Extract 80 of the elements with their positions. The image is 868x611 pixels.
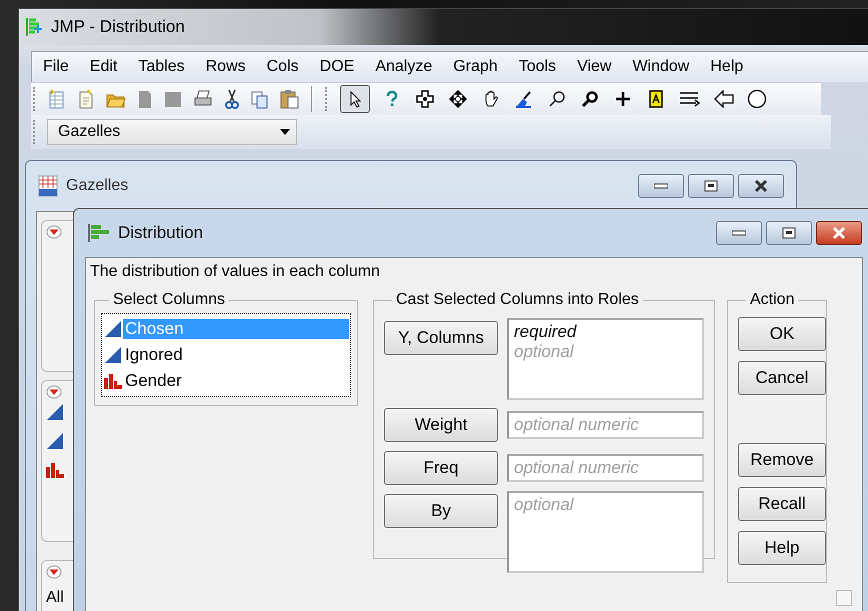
menu-item[interactable]: Tables bbox=[127, 58, 195, 76]
action-button[interactable]: Help bbox=[738, 531, 826, 565]
minimize-icon bbox=[654, 183, 668, 189]
menu-item[interactable]: Window bbox=[621, 58, 700, 76]
window-title: JMP - Distribution bbox=[51, 17, 185, 37]
resize-grip[interactable] bbox=[836, 590, 852, 606]
continuous-column-icon bbox=[45, 432, 65, 450]
action-button[interactable]: Cancel bbox=[738, 361, 826, 395]
continuous-column-icon bbox=[103, 346, 123, 364]
close-icon bbox=[753, 179, 769, 193]
column-item[interactable]: Ignored bbox=[123, 345, 349, 365]
restore-icon bbox=[782, 227, 796, 239]
clipboard-icon bbox=[280, 89, 300, 109]
restore-icon bbox=[704, 180, 718, 192]
circle-icon bbox=[747, 89, 767, 109]
bar-chart-icon bbox=[103, 372, 123, 390]
document-icon bbox=[137, 89, 153, 109]
menu-item[interactable]: Graph bbox=[442, 58, 508, 76]
close-icon bbox=[831, 226, 847, 240]
disclosure-icon[interactable] bbox=[46, 225, 62, 239]
maximize-button[interactable] bbox=[688, 174, 734, 198]
role-hint: required bbox=[514, 322, 578, 342]
menu-item[interactable]: DOE bbox=[308, 58, 364, 76]
role-drop-field[interactable]: required optional bbox=[507, 318, 704, 400]
menu-item[interactable]: Tools bbox=[508, 58, 566, 76]
role-button[interactable]: Freq bbox=[384, 451, 498, 485]
menu-item[interactable]: Help bbox=[699, 58, 754, 76]
dialog-title: Distribution bbox=[118, 223, 204, 243]
disclosure-icon[interactable] bbox=[46, 385, 62, 399]
role-hint: optional bbox=[514, 495, 575, 515]
new-script-icon bbox=[77, 89, 95, 109]
copy-icon bbox=[251, 89, 269, 109]
role-hint: optional bbox=[514, 342, 575, 362]
role-hint: optional numeric bbox=[514, 458, 640, 478]
close-button[interactable] bbox=[816, 221, 862, 245]
group-title: Cast Selected Columns into Roles bbox=[395, 291, 640, 309]
new-table-icon bbox=[48, 89, 66, 109]
role-button[interactable]: Y, Columns bbox=[384, 321, 498, 355]
move-icon bbox=[449, 90, 467, 108]
brush-icon bbox=[515, 90, 533, 108]
action-button[interactable]: Recall bbox=[738, 487, 826, 521]
bar-chart-icon bbox=[45, 461, 65, 479]
square-icon bbox=[164, 89, 182, 109]
window-title: Gazelles bbox=[66, 177, 128, 195]
role-hint: optional numeric bbox=[514, 415, 640, 435]
disclosure-icon[interactable] bbox=[46, 565, 62, 579]
column-item[interactable]: Gender bbox=[123, 371, 349, 391]
menu-item[interactable]: File bbox=[32, 58, 79, 76]
menu-item[interactable]: Cols bbox=[256, 58, 309, 76]
minimize-button[interactable] bbox=[716, 221, 762, 245]
description-text: The distribution of values in each column bbox=[89, 262, 381, 281]
menu-item[interactable]: View bbox=[566, 58, 622, 76]
action-button[interactable]: OK bbox=[738, 317, 826, 351]
scissors-icon bbox=[224, 89, 240, 109]
menu-item[interactable]: Rows bbox=[194, 58, 256, 76]
minimize-button[interactable] bbox=[638, 174, 684, 198]
maximize-button[interactable] bbox=[766, 221, 812, 245]
group-title: Select Columns bbox=[112, 291, 226, 309]
menu-item[interactable]: Analyze bbox=[364, 58, 442, 76]
action-button[interactable]: Remove bbox=[738, 443, 826, 477]
close-button[interactable] bbox=[738, 174, 784, 198]
role-button[interactable]: By bbox=[384, 494, 498, 528]
caret-icon bbox=[280, 129, 290, 135]
tool-button[interactable] bbox=[340, 85, 370, 113]
minimize-icon bbox=[732, 230, 746, 236]
role-button[interactable]: Weight bbox=[384, 408, 498, 442]
app-logo-icon bbox=[25, 17, 43, 37]
rows-label: All bbox=[45, 588, 65, 608]
annotation-icon bbox=[647, 90, 665, 108]
magnifier-icon bbox=[581, 90, 599, 108]
lines-icon bbox=[679, 90, 701, 108]
group-title: Action bbox=[749, 291, 796, 309]
continuous-column-icon bbox=[45, 403, 65, 421]
data-table-dropdown[interactable]: Gazelles bbox=[47, 119, 297, 145]
crosshair-icon bbox=[416, 90, 434, 108]
distribution-icon bbox=[88, 223, 110, 243]
menu-item[interactable]: Edit bbox=[78, 58, 128, 76]
data-table-icon bbox=[38, 175, 58, 197]
continuous-column-icon bbox=[103, 320, 123, 338]
plus-icon bbox=[614, 90, 632, 108]
